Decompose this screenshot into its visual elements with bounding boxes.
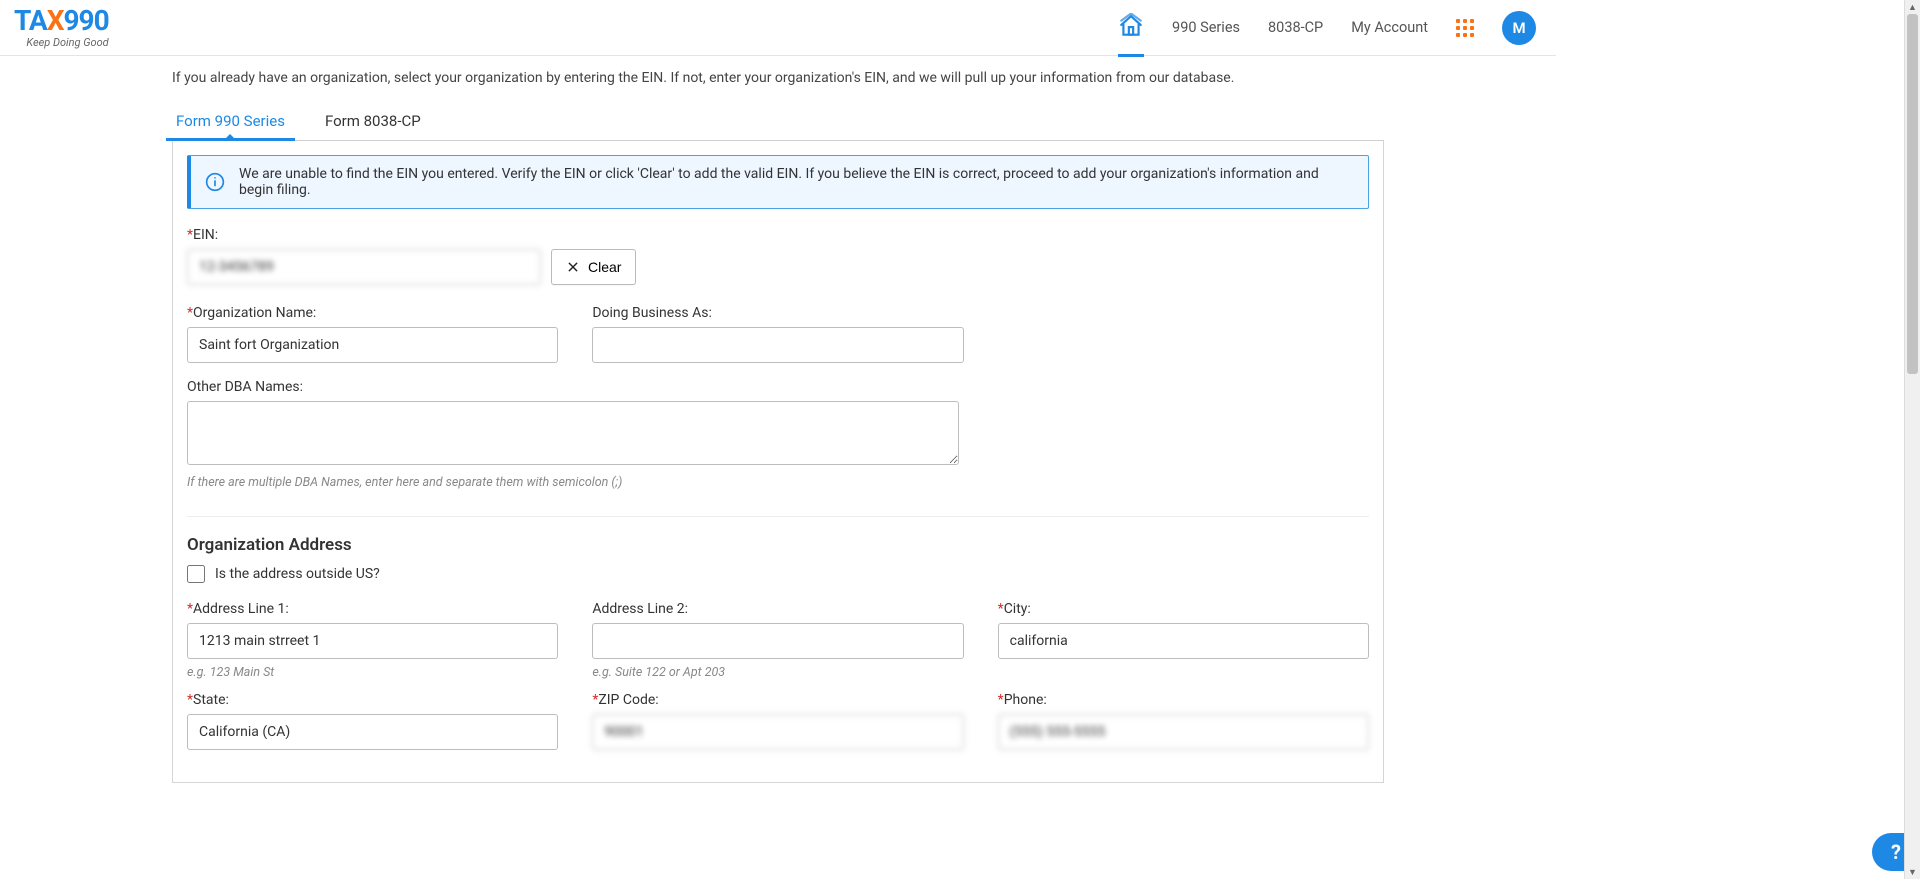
user-avatar[interactable]: M	[1502, 11, 1536, 45]
scroll-up-arrow[interactable]: ▲	[1905, 0, 1920, 14]
org-name-input[interactable]	[187, 327, 558, 363]
addr2-label: Address Line 2:	[592, 601, 963, 617]
dba-label: Doing Business As:	[592, 305, 963, 321]
addr2-hint: e.g. Suite 122 or Apt 203	[592, 665, 963, 680]
addr2-input[interactable]	[592, 623, 963, 659]
close-icon	[566, 260, 580, 274]
outside-us-checkbox[interactable]	[187, 565, 205, 583]
info-icon	[205, 172, 225, 192]
scroll-down-arrow[interactable]: ▼	[1905, 865, 1920, 879]
other-dba-textarea[interactable]	[187, 401, 959, 465]
phone-input[interactable]	[998, 714, 1369, 750]
form-type-tabs: Form 990 Series Form 8038-CP	[172, 104, 1384, 141]
other-dba-hint: If there are multiple DBA Names, enter h…	[187, 475, 959, 490]
page-intro: If you already have an organization, sel…	[172, 70, 1384, 86]
clear-button[interactable]: Clear	[551, 249, 636, 285]
addr1-label: *Address Line 1:	[187, 601, 558, 617]
app-header: TAX990 Keep Doing Good 990 Series 8038-C…	[0, 0, 1556, 56]
city-input[interactable]	[998, 623, 1369, 659]
state-label: *State:	[187, 692, 558, 708]
nav-my-account[interactable]: My Account	[1351, 5, 1428, 50]
clear-button-label: Clear	[588, 259, 621, 275]
outside-us-label: Is the address outside US?	[215, 566, 380, 582]
home-icon	[1118, 13, 1144, 39]
addr1-input[interactable]	[187, 623, 558, 659]
logo-tagline: Keep Doing Good	[26, 37, 108, 48]
zip-input[interactable]	[592, 714, 963, 750]
logo-text-pre: TA	[14, 4, 47, 37]
city-label: *City:	[998, 601, 1369, 617]
top-nav: 990 Series 8038-CP My Account M	[1118, 0, 1536, 57]
scroll-thumb[interactable]	[1907, 14, 1918, 374]
dba-input[interactable]	[592, 327, 963, 363]
brand-logo[interactable]: TAX990 Keep Doing Good	[14, 7, 109, 48]
logo-text-post: 990	[63, 4, 108, 37]
ein-label: *EIN:	[187, 227, 541, 243]
info-alert-text: We are unable to find the EIN you entere…	[239, 166, 1354, 198]
org-name-label: *Organization Name:	[187, 305, 558, 321]
nav-home[interactable]	[1118, 0, 1144, 57]
addr1-hint: e.g. 123 Main St	[187, 665, 558, 680]
logo-text-x: X	[47, 4, 64, 37]
ein-input[interactable]	[187, 249, 541, 285]
state-select[interactable]	[187, 714, 558, 750]
info-alert: We are unable to find the EIN you entere…	[187, 155, 1369, 209]
apps-grid-icon[interactable]	[1456, 19, 1474, 37]
scrollbar[interactable]: ▲ ▼	[1904, 0, 1920, 879]
tab-form-8038-cp[interactable]: Form 8038-CP	[321, 104, 425, 140]
phone-label: *Phone:	[998, 692, 1369, 708]
form-card: We are unable to find the EIN you entere…	[172, 141, 1384, 783]
other-dba-label: Other DBA Names:	[187, 379, 959, 395]
address-section-title: Organization Address	[187, 516, 1369, 555]
zip-label: *ZIP Code:	[592, 692, 963, 708]
nav-8038-cp[interactable]: 8038-CP	[1268, 5, 1323, 50]
nav-990-series[interactable]: 990 Series	[1172, 5, 1240, 50]
tab-form-990-series[interactable]: Form 990 Series	[172, 104, 289, 140]
